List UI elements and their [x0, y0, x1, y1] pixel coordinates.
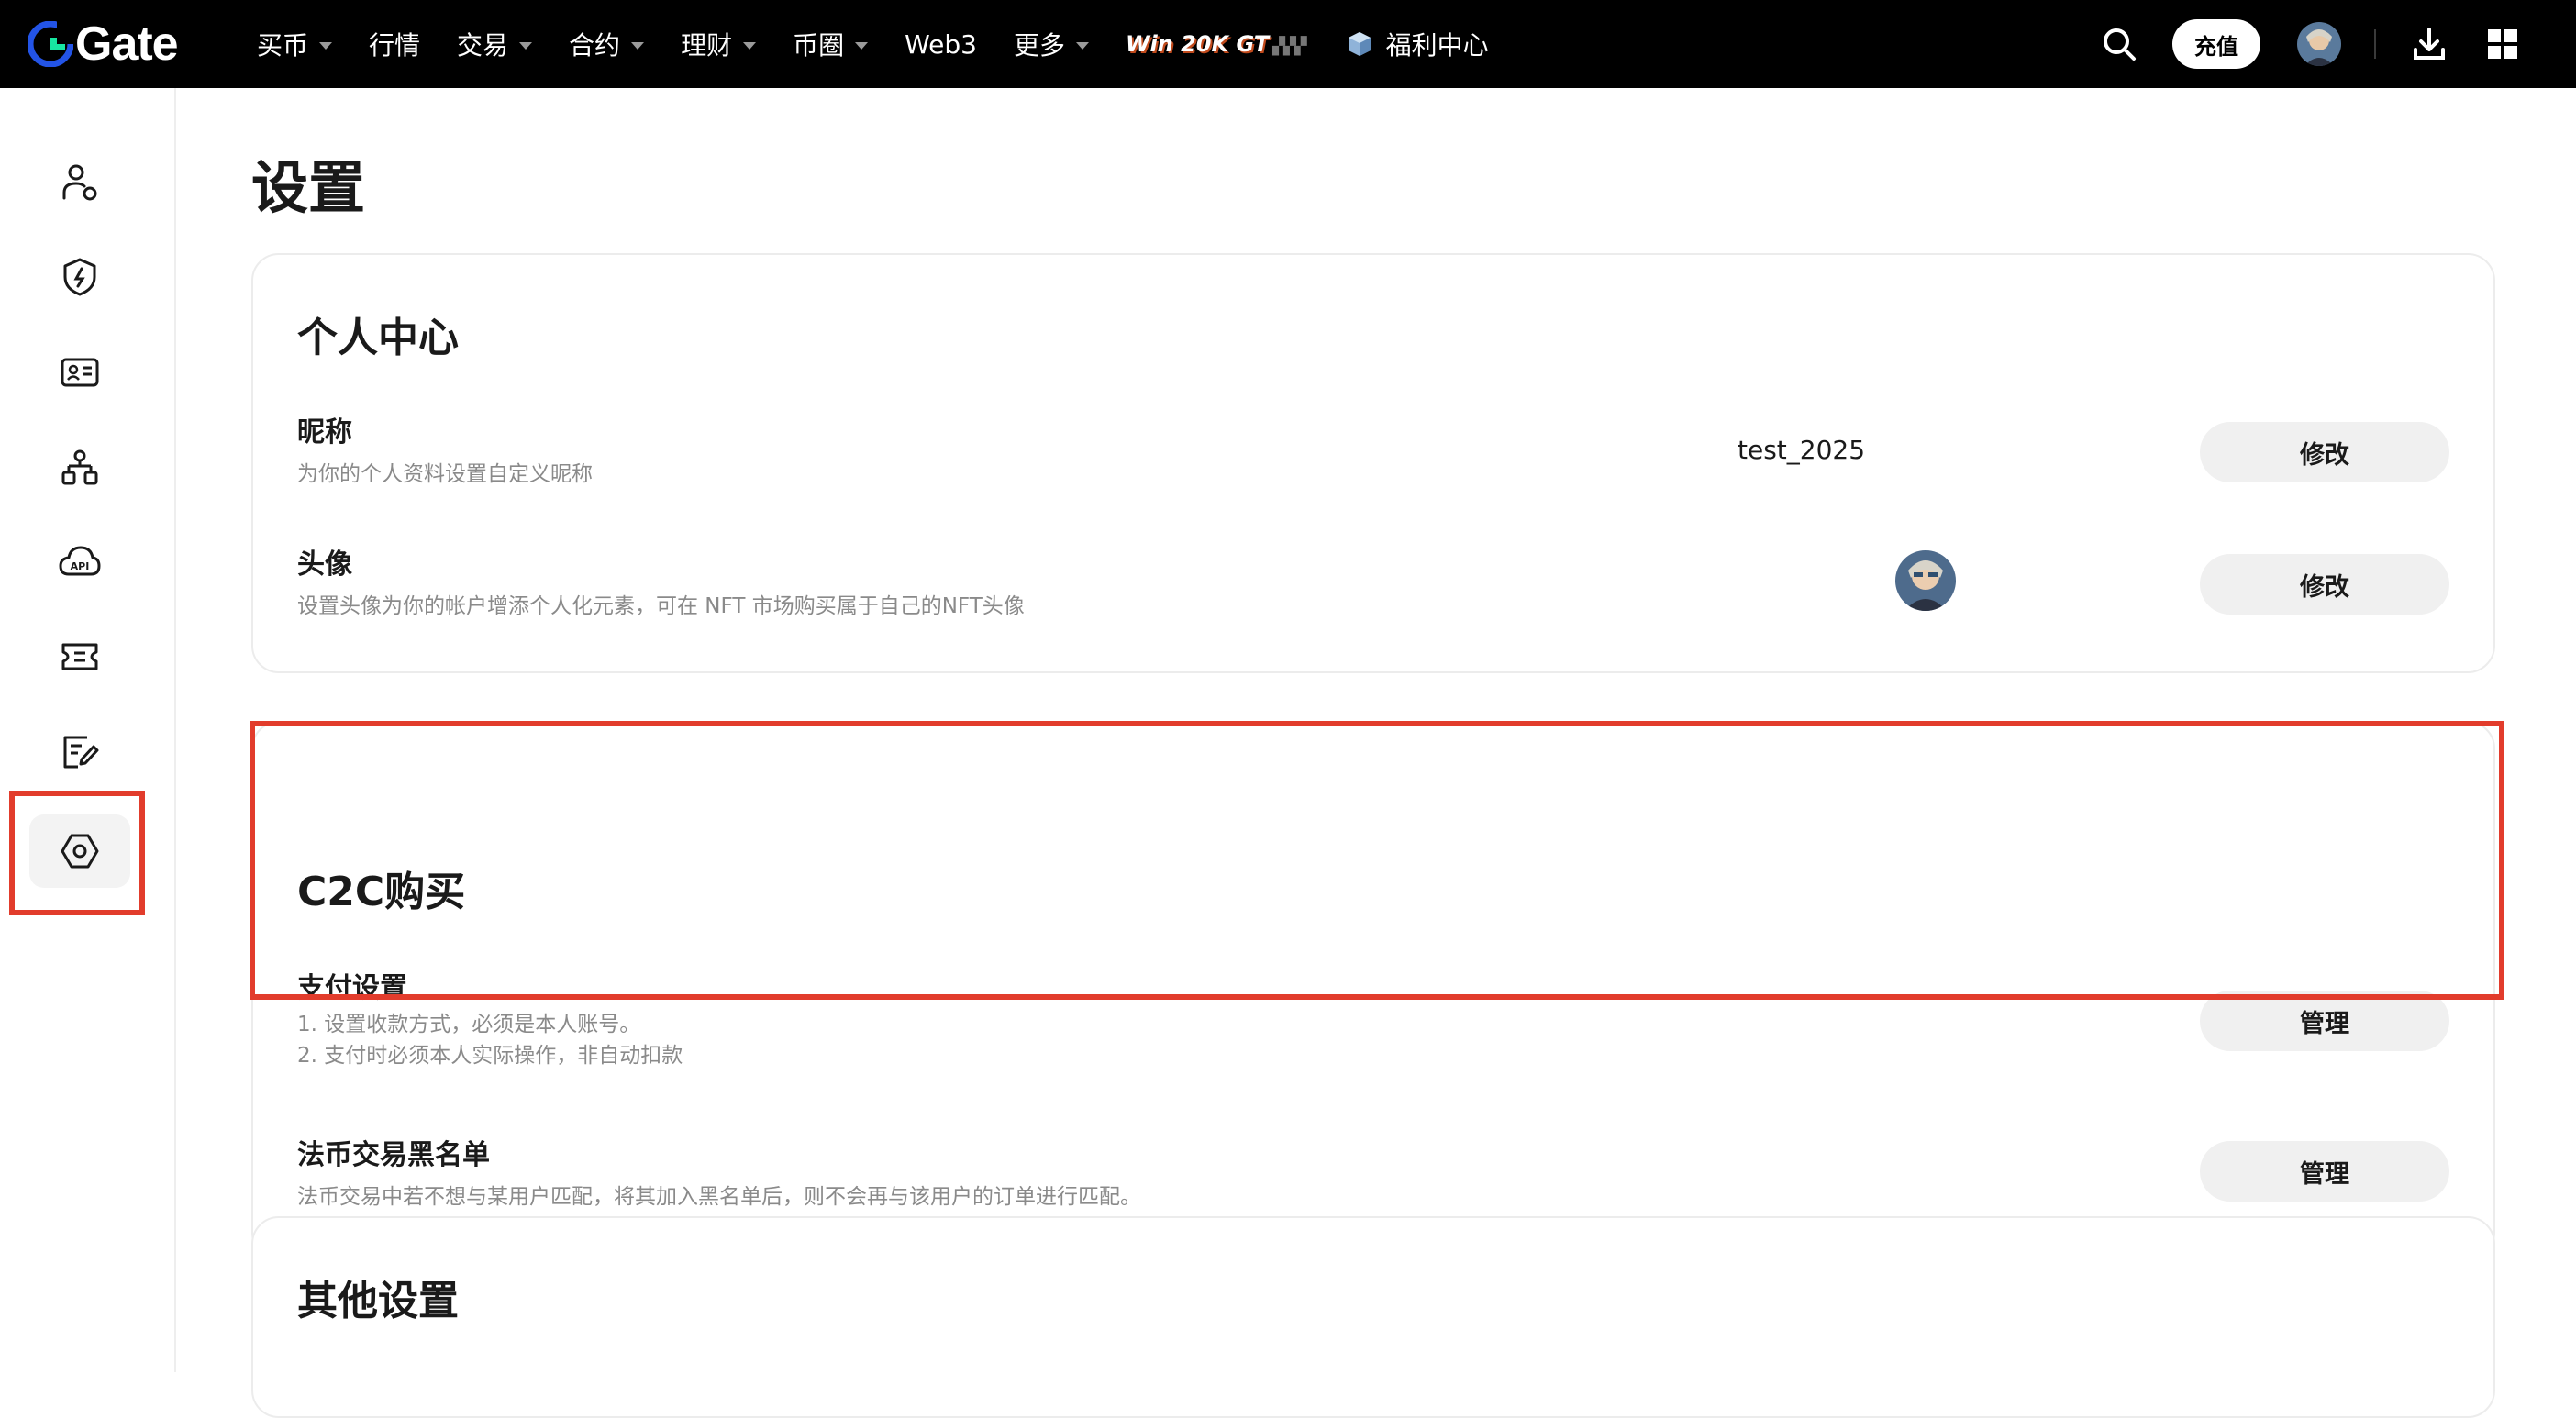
sidebar-item-security[interactable] [29, 240, 130, 314]
nav-item-label: Web3 [905, 28, 977, 60]
promo-banner[interactable]: Win 20K GT ▞▞▞ [1125, 31, 1307, 57]
payment-settings-desc-1: 1. 设置收款方式，必须是本人账号。 [297, 1013, 641, 1036]
welfare-label: 福利中心 [1385, 30, 1489, 61]
chevron-down-icon [855, 42, 869, 50]
nav-item-5[interactable]: 币圈 [793, 26, 869, 62]
promo-label: Win 20K GT [1125, 31, 1270, 57]
user-profile-icon [62, 164, 97, 201]
nav-item-7[interactable]: 更多 [1014, 26, 1089, 62]
coupon-ticket-icon [61, 643, 98, 670]
sidebar-item-sub-account[interactable] [29, 431, 130, 504]
download-button[interactable] [2409, 24, 2449, 64]
welfare-center-link[interactable]: 福利中心 [1346, 26, 1489, 62]
nickname-title: 昵称 [297, 416, 352, 449]
edit-note-icon [63, 736, 99, 769]
avatar-image-icon [2297, 22, 2341, 66]
toolbar-divider [2374, 29, 2376, 59]
sidebar-item-profile[interactable] [29, 145, 130, 218]
nickname-desc: 为你的个人资料设置自定义昵称 [297, 462, 593, 486]
chevron-down-icon [743, 42, 757, 50]
nav-item-label: 币圈 [793, 30, 845, 61]
download-icon [2414, 28, 2445, 60]
svg-text:API: API [71, 560, 90, 572]
sub-account-icon [61, 449, 98, 485]
nav-item-4[interactable]: 理财 [681, 26, 757, 62]
nav-item-label: 理财 [681, 30, 733, 61]
nav-item-label: 更多 [1013, 30, 1065, 61]
nav-item-label: 买币 [257, 30, 309, 61]
sidebar-item-coupons[interactable] [29, 620, 130, 693]
blacklist-title: 法币交易黑名单 [297, 1139, 490, 1171]
brand-name: Gate [75, 17, 179, 71]
manage-blacklist-button[interactable]: 管理 [2200, 1141, 2449, 1202]
other-settings-card: 其他设置 [251, 1216, 2495, 1418]
nav-item-label: 交易 [457, 30, 509, 61]
gift-cube-icon [1348, 32, 1371, 56]
gate-logo[interactable]: Gate [28, 17, 179, 72]
blacklist-desc: 法币交易中若不想与某用户匹配，将其加入黑名单后，则不会再与该用户的订单进行匹配。 [297, 1185, 1141, 1209]
grid-icon [2488, 29, 2517, 59]
card-title-other: 其他设置 [297, 1278, 459, 1324]
payment-settings-desc-2: 2. 支付时必须本人实际操作，非自动扣款 [297, 1044, 683, 1068]
apps-grid-button[interactable] [2482, 24, 2523, 64]
search-button[interactable] [2099, 24, 2139, 64]
edit-avatar-button[interactable]: 修改 [2200, 554, 2449, 615]
page-title: 设置 [251, 154, 366, 221]
highlight-box-c2c [250, 721, 2504, 1000]
nav-item-0[interactable]: 买币 [257, 26, 333, 62]
recharge-button[interactable]: 充值 [2172, 19, 2260, 69]
edit-nickname-button[interactable]: 修改 [2200, 422, 2449, 482]
nav-item-label: 行情 [369, 30, 421, 61]
top-right-tools: 充值 [2099, 0, 2576, 88]
avatar-desc: 设置头像为你的帐户增添个人化元素，可在 NFT 市场购买属于自己的NFT头像 [297, 594, 1025, 618]
personal-center-card: 个人中心 昵称 为你的个人资料设置自定义昵称 test_2025 修改 头像 设… [251, 253, 2495, 673]
nickname-value: test_2025 [1738, 435, 1866, 465]
top-nav-bar: Gate 买币 行情 交易 合约 理财 币圈 Web3 更多 Win 20K GT ▞▞▞ 福利中心… [0, 0, 2576, 88]
main-nav: 买币 行情 交易 合约 理财 币圈 Web3 更多 Win 20K GT ▞▞▞ 福利中心 [257, 0, 1489, 88]
highlight-box-sidebar [9, 791, 145, 915]
chevron-down-icon [631, 42, 645, 50]
user-avatar[interactable] [2297, 22, 2341, 66]
checkered-flag-icon: ▞▞▞ [1272, 37, 1307, 56]
nav-item-6[interactable]: Web3 [905, 29, 977, 60]
settings-sidebar: API [0, 88, 176, 1372]
avatar-image-icon [1895, 550, 1956, 611]
search-icon [2104, 28, 2136, 61]
chevron-down-icon [519, 42, 533, 50]
gate-logo-icon [28, 21, 73, 67]
chevron-down-icon [1075, 42, 1089, 50]
nav-item-1[interactable]: 行情 [369, 26, 420, 62]
nav-item-label: 合约 [569, 30, 621, 61]
security-shield-icon [63, 258, 96, 296]
nav-item-3[interactable]: 合约 [569, 26, 645, 62]
card-title-personal: 个人中心 [297, 315, 459, 361]
profile-avatar [1895, 550, 1956, 611]
avatar-title: 头像 [297, 548, 352, 581]
id-card-icon [61, 358, 99, 387]
chevron-down-icon [319, 42, 333, 50]
nav-item-2[interactable]: 交易 [457, 26, 533, 62]
sidebar-item-api[interactable]: API [29, 525, 130, 598]
sidebar-item-identity[interactable] [29, 336, 130, 409]
api-cloud-icon: API [59, 546, 101, 576]
sidebar-item-records[interactable] [29, 715, 130, 789]
